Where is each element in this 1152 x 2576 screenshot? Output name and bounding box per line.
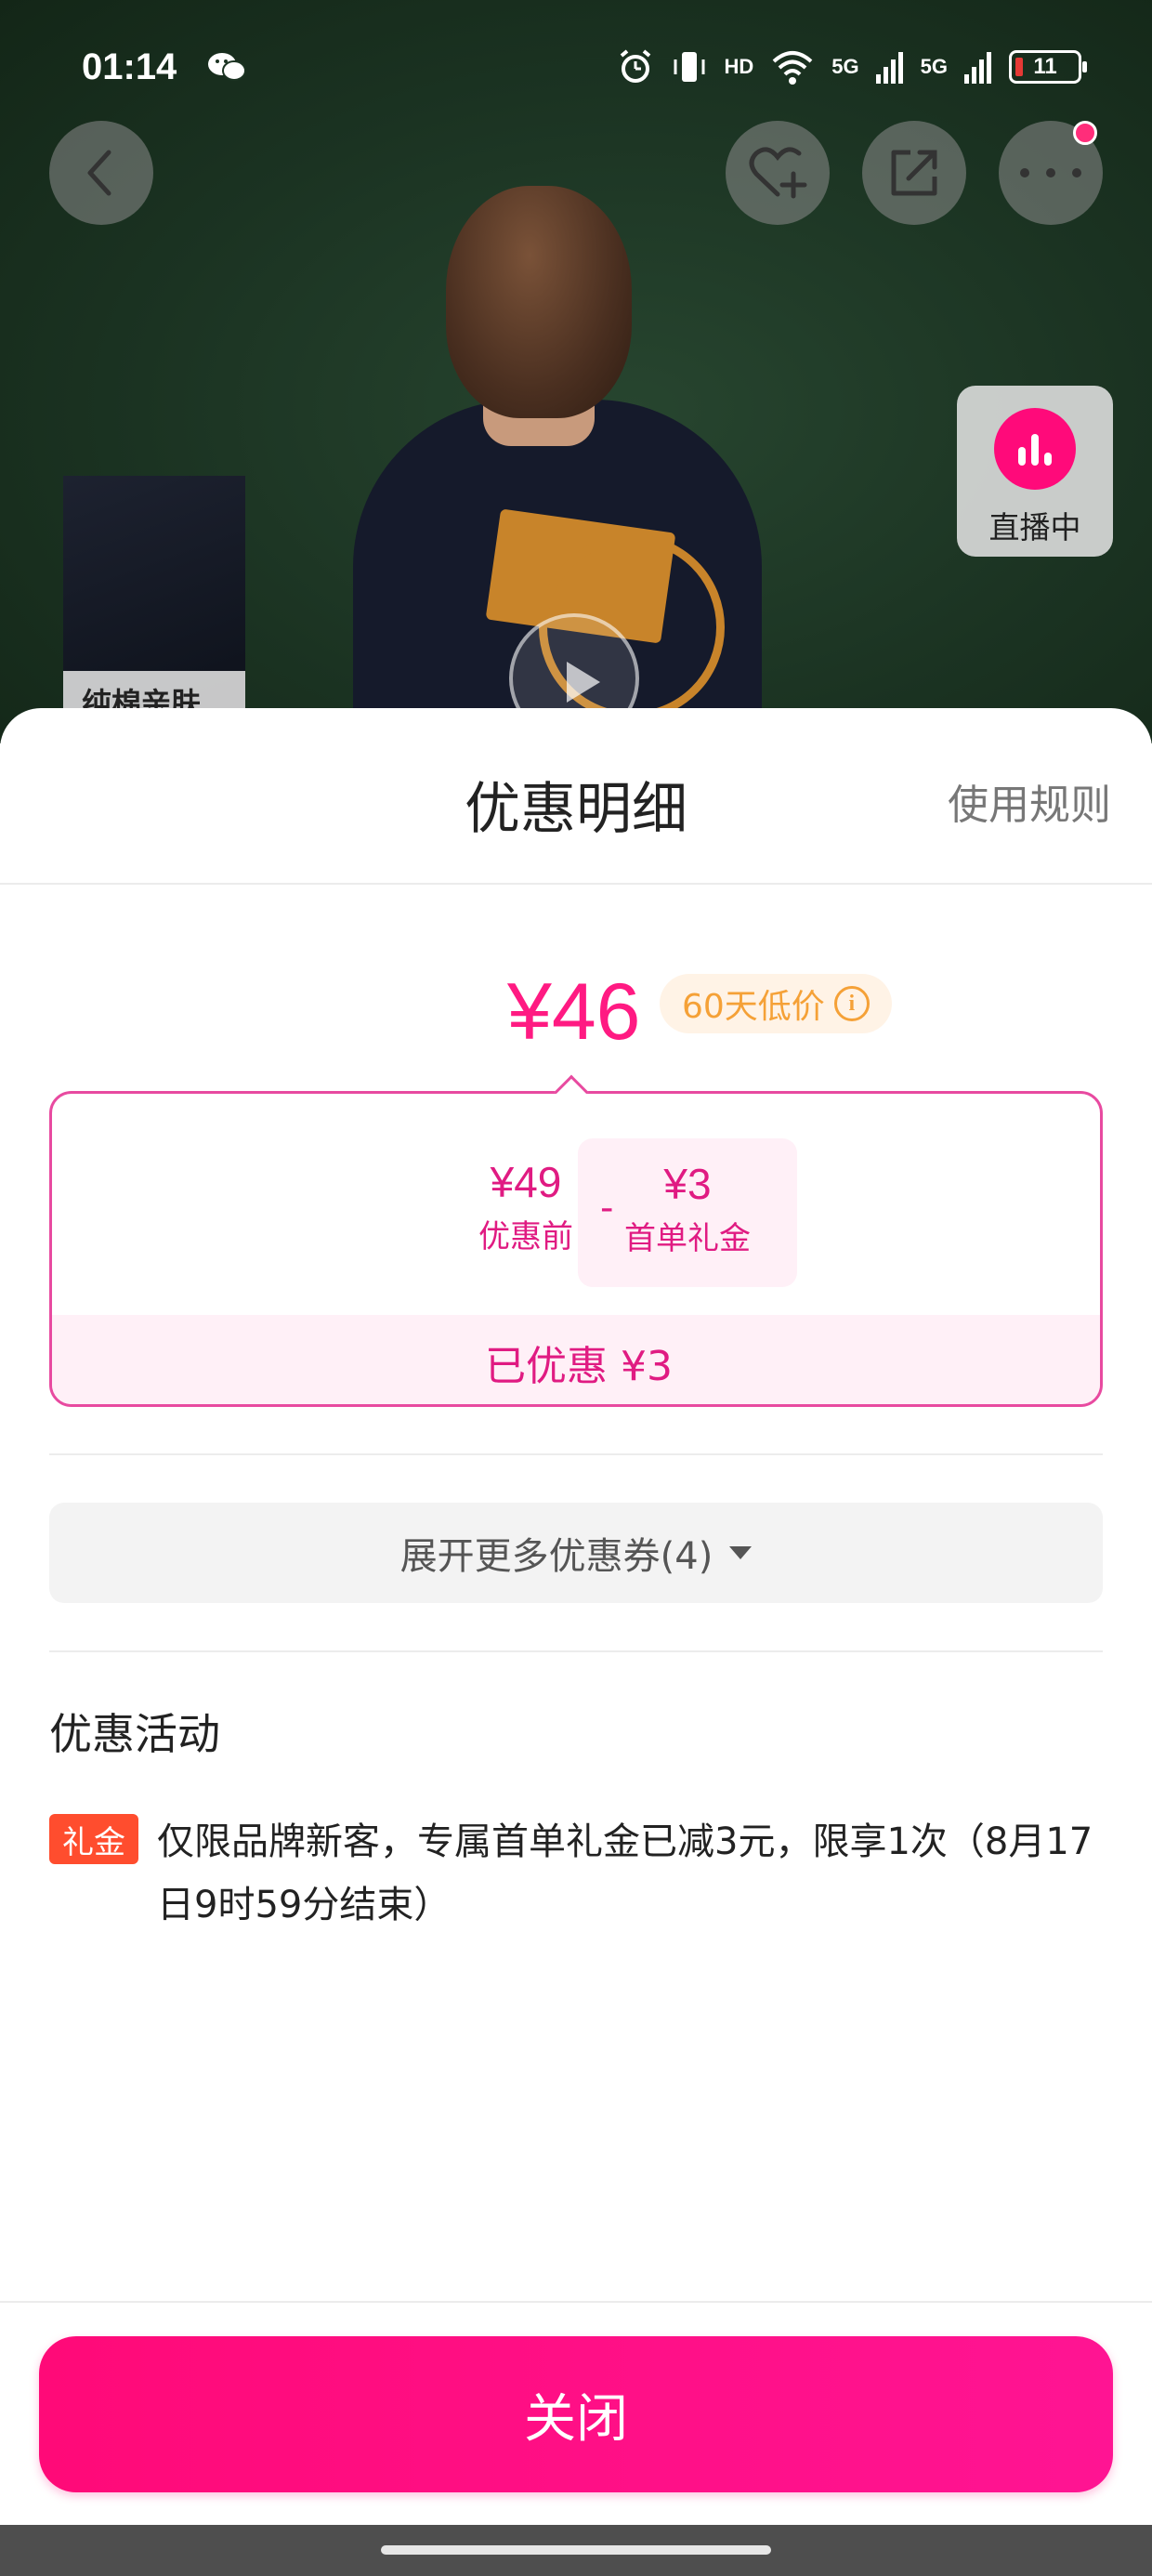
status-icons: HD 5G 5G 11 [617, 46, 1087, 87]
original-label: 优惠前 [478, 1218, 573, 1255]
saved-amount: 已优惠 ¥3 [52, 1315, 1100, 1404]
low-price-label: 60天低价 [682, 988, 825, 1026]
signal-icon [964, 52, 991, 84]
network-label-1: 5G [831, 55, 859, 78]
system-nav-bar [0, 2525, 1152, 2576]
wifi-icon [772, 51, 813, 85]
divider [49, 1453, 1103, 1455]
final-price: ¥46 [507, 967, 641, 1057]
live-badge-label: 直播中 [988, 509, 1081, 545]
activity-item: 礼金 仅限品牌新客，专属首单礼金已减3元，限享1次（8月17日9时59分结束） [49, 1810, 1103, 1937]
info-icon: i [833, 986, 870, 1021]
favorite-add-icon [749, 147, 807, 199]
hd-label: HD [724, 55, 754, 78]
wechat-icon [208, 53, 246, 81]
price-calculation-box: ¥3 首单礼金 ¥49 优惠前 - 已优惠 ¥3 [49, 1091, 1103, 1407]
add-favorite-button[interactable] [726, 121, 830, 225]
vibrate-icon [674, 52, 704, 82]
original-price-item: ¥49 优惠前 [424, 1157, 628, 1256]
status-time: 01:14 [82, 46, 177, 87]
more-icon [1020, 168, 1081, 177]
back-button[interactable] [49, 121, 153, 225]
activity-description: 仅限品牌新客，专属首单礼金已减3元，限享1次（8月17日9时59分结束） [157, 1820, 1093, 1926]
share-button[interactable] [862, 121, 966, 225]
product-thumbnail[interactable]: 纯棉亲肤 [63, 476, 245, 717]
status-bar: 01:14 HD 5G 5G 11 [0, 0, 1152, 139]
caret-down-icon [729, 1546, 753, 1559]
more-button[interactable] [999, 121, 1103, 225]
expand-coupons-label: 展开更多优惠券(4) [399, 1535, 713, 1578]
battery-indicator: 11 [1009, 50, 1087, 84]
minus-operator: - [600, 1187, 614, 1229]
signal-icon [875, 52, 903, 84]
home-indicator[interactable] [381, 2545, 771, 2555]
activities-title: 优惠活动 [49, 1709, 220, 1759]
low-price-tag[interactable]: 60天低价 i [660, 974, 892, 1033]
original-amount: ¥49 [490, 1158, 562, 1206]
battery-level: 11 [1033, 54, 1057, 79]
notification-dot [1073, 121, 1097, 145]
gift-tag: 礼金 [49, 1814, 138, 1864]
alarm-icon [620, 49, 650, 83]
footer-divider [0, 2301, 1152, 2303]
network-label-2: 5G [920, 55, 948, 78]
share-icon [891, 150, 937, 196]
close-button[interactable]: 关闭 [39, 2336, 1113, 2492]
back-icon [87, 150, 111, 196]
model-head [446, 186, 632, 418]
live-bars-icon [994, 408, 1076, 490]
usage-rules-link[interactable]: 使用规则 [948, 771, 1111, 831]
sheet-header: 优惠明细 使用规则 [0, 708, 1152, 885]
divider [49, 1650, 1103, 1652]
product-hero: 纯棉亲肤 01:14 HD 5G 5G 11 直播中 [0, 0, 1152, 743]
discount-detail-sheet: 优惠明细 使用规则 ¥46 60天低价 i ¥3 首单礼金 ¥49 优惠前 - … [0, 708, 1152, 2576]
live-badge[interactable]: 直播中 [957, 386, 1113, 557]
expand-coupons-button[interactable]: 展开更多优惠券(4) [49, 1503, 1103, 1603]
